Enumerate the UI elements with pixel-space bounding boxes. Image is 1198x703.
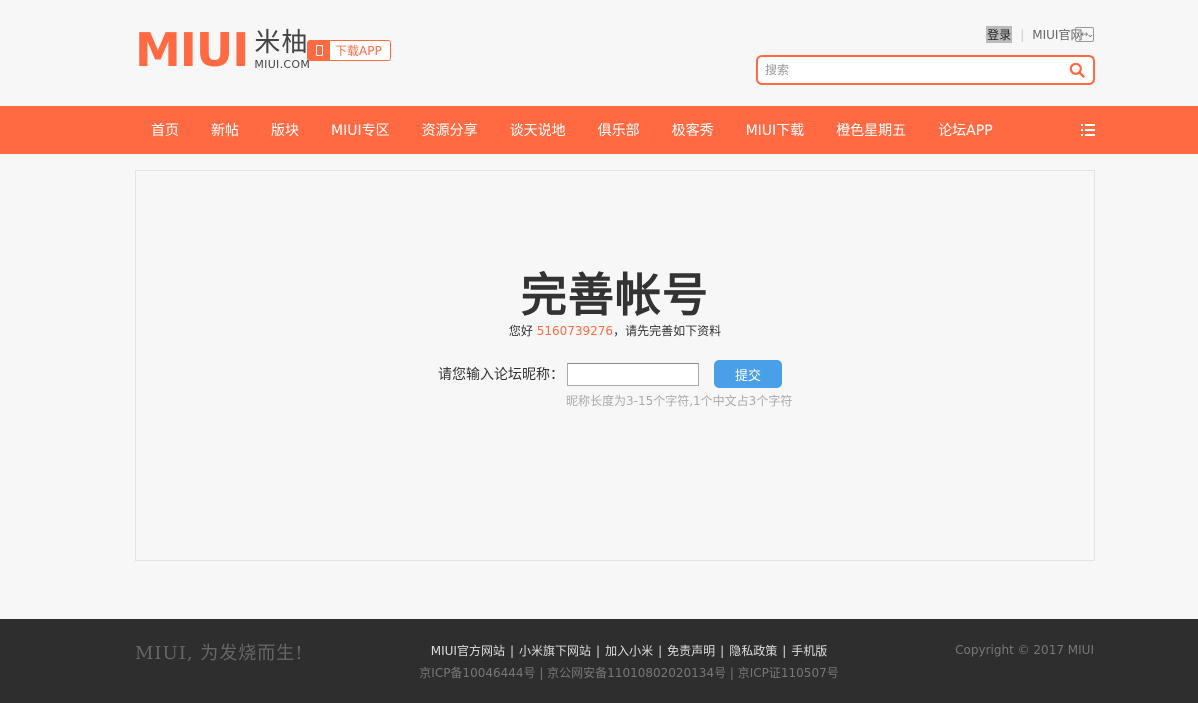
footer-link-separator: | (720, 644, 725, 658)
greeting-text: 您好 5160739276，请先完善如下资料 (136, 322, 1094, 339)
site-header: MIUI 米柚 MIUI.COM 下载APP 登录 | MIUI官网 ⌄ ↔ (0, 0, 1198, 106)
download-app-button[interactable]: 下载APP (307, 40, 391, 61)
nav-item-chat[interactable]: 谈天说地 (494, 120, 582, 140)
footer-link-mobile[interactable]: 手机版 (791, 644, 827, 658)
footer-link-mi-sites[interactable]: 小米旗下网站 (519, 644, 591, 658)
search-box (756, 55, 1095, 85)
nav-item-miui-zone[interactable]: MIUI专区 (315, 120, 406, 140)
nav-item-miui-download[interactable]: MIUI下载 (730, 120, 821, 140)
page-title: 完善帐号 (521, 268, 709, 322)
site-footer: MIUI, 为发烧而生! MIUI官方网站 | 小米旗下网站 | 加入小米 | 免责声明 | 隐… (0, 619, 1198, 703)
search-icon[interactable] (1069, 62, 1085, 78)
footer-icp: 京ICP备10046444号 | 京公网安备11010802020134号 | … (419, 666, 839, 680)
footer-link-separator: | (782, 644, 787, 658)
footer-link-separator: | (658, 644, 663, 658)
login-link[interactable]: 登录 (986, 26, 1013, 43)
user-id: 5160739276 (536, 324, 614, 338)
nickname-form: 请您输入论坛昵称： 提交 (438, 360, 782, 388)
footer-link-privacy[interactable]: 隐私政策 (729, 644, 777, 658)
download-app-label: 下载APP (335, 44, 382, 58)
nav-item-club[interactable]: 俱乐部 (582, 120, 656, 140)
footer-link-separator: | (509, 644, 514, 658)
nickname-hint: 昵称长度为3-15个字符,1个中文占3个字符 (566, 394, 793, 408)
complete-account-panel: 完善帐号 您好 5160739276，请先完善如下资料 请您输入论坛昵称： 提交… (135, 170, 1095, 561)
nav-item-resources[interactable]: 资源分享 (406, 120, 494, 140)
nav-item-geek-show[interactable]: 极客秀 (656, 120, 730, 140)
nav-list: 首页 新帖 版块 MIUI专区 资源分享 谈天说地 俱乐部 极客秀 MIUI下载… (135, 106, 1009, 154)
footer-link-disclaimer[interactable]: 免责声明 (667, 644, 715, 658)
footer-link-join[interactable]: 加入小米 (605, 644, 653, 658)
main-nav: 首页 新帖 版块 MIUI专区 资源分享 谈天说地 俱乐部 极客秀 MIUI下载… (0, 106, 1198, 154)
logo-en-text: MIUI.COM (254, 58, 311, 71)
nav-item-forum-app[interactable]: 论坛APP (922, 120, 1008, 140)
logo-subtext: 米柚 MIUI.COM (254, 28, 310, 71)
nav-item-orange-friday[interactable]: 橙色星期五 (820, 120, 922, 140)
expand-icon[interactable]: ↔ (1075, 27, 1094, 42)
footer-link-official[interactable]: MIUI官方网站 (431, 644, 505, 658)
nav-item-home[interactable]: 首页 (135, 120, 195, 140)
nickname-label: 请您输入论坛昵称： (438, 367, 564, 383)
footer-copyright: Copyright © 2017 MIUI (955, 643, 1094, 657)
nickname-input[interactable] (567, 362, 699, 386)
nav-item-new-posts[interactable]: 新帖 (195, 120, 255, 140)
menu-list-icon[interactable] (1081, 123, 1095, 137)
footer-link-separator: | (596, 644, 601, 658)
logo-cn-text: 米柚 (254, 28, 309, 58)
site-logo[interactable]: MIUI 米柚 MIUI.COM (135, 23, 310, 77)
search-input[interactable] (765, 61, 1055, 79)
nav-item-forums[interactable]: 版块 (255, 120, 315, 140)
greeting-suffix: ，请先完善如下资料 (613, 324, 722, 338)
logo-miui-text: MIUI (135, 23, 249, 77)
phone-icon (308, 41, 330, 60)
greeting-prefix: 您好 (508, 324, 537, 338)
top-links-separator: | (1020, 27, 1025, 42)
submit-button[interactable]: 提交 (714, 360, 782, 388)
